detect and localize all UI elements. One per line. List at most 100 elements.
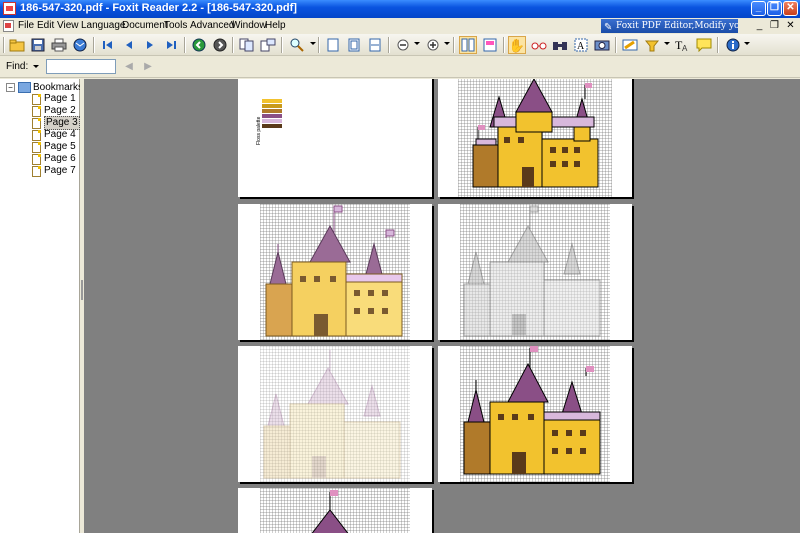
page-1-thumbnail[interactable]: Floss palette xyxy=(238,79,432,197)
highlight-button[interactable] xyxy=(621,36,639,54)
find-button[interactable] xyxy=(551,36,569,54)
menu-view[interactable]: View xyxy=(57,20,79,31)
zoom-dropdown-arrow[interactable] xyxy=(310,42,316,45)
text-button[interactable]: TA xyxy=(673,36,691,54)
menu-tools[interactable]: Tools xyxy=(164,20,187,31)
continuous-button[interactable] xyxy=(481,36,499,54)
maximize-button[interactable]: ❐ xyxy=(767,1,782,16)
fit-width-icon xyxy=(369,38,381,52)
menu-file[interactable]: File xyxy=(18,20,34,31)
bookmark-page-1[interactable]: Page 1 xyxy=(32,93,76,105)
bookmark-label: Page 3 xyxy=(44,116,80,130)
bookmark-page-5[interactable]: Page 5 xyxy=(32,141,76,153)
page-icon xyxy=(32,165,41,177)
bookmarks-root[interactable]: − Bookmarks xyxy=(6,82,83,93)
info-dropdown-arrow[interactable] xyxy=(744,42,750,45)
promo-text: Foxit PDF Editor,Modify your PDF! xyxy=(616,21,738,31)
find-previous-button[interactable]: ◀ xyxy=(122,60,136,73)
zoom-out-dropdown-arrow[interactable] xyxy=(414,42,420,45)
bookmark-label: Page 4 xyxy=(44,129,76,140)
rotate-icon xyxy=(260,38,276,52)
highlight-icon xyxy=(622,38,638,52)
previous-page-button[interactable] xyxy=(120,36,138,54)
menu-help[interactable]: Help xyxy=(265,20,286,31)
typewriter-button[interactable] xyxy=(643,36,661,54)
note-button[interactable] xyxy=(695,36,713,54)
page-5-thumbnail[interactable] xyxy=(238,346,432,482)
email-icon xyxy=(72,38,88,52)
bookmark-page-6[interactable]: Page 6 xyxy=(32,153,76,165)
collapse-icon[interactable]: − xyxy=(6,83,15,92)
page-4-thumbnail[interactable] xyxy=(438,204,632,340)
fit-width-button[interactable] xyxy=(366,36,384,54)
rotate-button[interactable] xyxy=(259,36,277,54)
find-previous-icon: ◀ xyxy=(125,61,133,72)
text-icon: TA xyxy=(674,38,690,52)
layout-button[interactable] xyxy=(459,36,477,54)
close-button[interactable]: ✕ xyxy=(783,1,798,16)
castle-pattern xyxy=(472,79,599,188)
copy-page-button[interactable] xyxy=(238,36,256,54)
toolbar-separator xyxy=(503,37,505,53)
page-6-thumbnail[interactable] xyxy=(438,346,632,482)
actual-size-button[interactable] xyxy=(324,36,342,54)
zoom-in-button[interactable] xyxy=(424,36,442,54)
zoom-in-dropdown-arrow[interactable] xyxy=(444,42,450,45)
page-icon xyxy=(32,153,41,165)
zoom-out-button[interactable] xyxy=(394,36,412,54)
forward-button[interactable] xyxy=(211,36,229,54)
mdi-restore-button[interactable]: ❐ xyxy=(769,21,780,32)
email-button[interactable] xyxy=(71,36,89,54)
find-next-button[interactable]: ▶ xyxy=(141,60,155,73)
splitter-grip[interactable] xyxy=(81,280,83,300)
snapshot-button[interactable] xyxy=(593,36,611,54)
menu-window[interactable]: Window xyxy=(231,20,267,31)
floss-palette-swatches xyxy=(262,99,282,135)
window-title: 186-547-320.pdf - Foxit Reader 2.2 - [18… xyxy=(20,2,297,14)
next-page-button[interactable] xyxy=(141,36,159,54)
bookmark-page-7[interactable]: Page 7 xyxy=(32,165,76,177)
last-page-button[interactable] xyxy=(162,36,180,54)
page-7-thumbnail[interactable] xyxy=(238,488,432,533)
snapshot-icon xyxy=(594,39,610,51)
last-page-icon xyxy=(165,39,177,51)
glasses-button[interactable] xyxy=(530,36,548,54)
zoom-button[interactable] xyxy=(288,36,306,54)
bookmark-page-4[interactable]: Page 4 xyxy=(32,129,76,141)
toolbar: ✋ A TA xyxy=(0,34,800,56)
print-button[interactable] xyxy=(50,36,68,54)
promo-banner[interactable]: ✎ Foxit PDF Editor,Modify your PDF! xyxy=(601,19,738,33)
mdi-close-button[interactable]: ✕ xyxy=(785,21,796,32)
note-icon xyxy=(696,38,712,52)
page-icon xyxy=(32,117,41,129)
back-button[interactable] xyxy=(190,36,208,54)
mdi-minimize-button[interactable]: _ xyxy=(754,21,765,32)
open-button[interactable] xyxy=(8,36,26,54)
toolbar-separator xyxy=(232,37,234,53)
page-2-thumbnail[interactable] xyxy=(438,79,632,197)
menu-language[interactable]: Language xyxy=(81,20,126,31)
layout-icon xyxy=(461,38,475,52)
toolbar-grip xyxy=(3,37,5,53)
zoom-icon xyxy=(290,38,304,52)
find-options-dropdown[interactable] xyxy=(33,65,39,68)
toolbar-separator xyxy=(93,37,95,53)
minimize-button[interactable]: _ xyxy=(751,1,766,16)
save-button[interactable] xyxy=(29,36,47,54)
fit-page-button[interactable] xyxy=(345,36,363,54)
bookmark-page-3[interactable]: Page 3 xyxy=(32,116,80,130)
app-icon[interactable] xyxy=(3,2,16,15)
page-3-thumbnail[interactable] xyxy=(238,204,432,340)
find-input[interactable] xyxy=(46,59,116,74)
actual-size-icon xyxy=(327,38,339,52)
menu-edit[interactable]: Edit xyxy=(37,20,54,31)
document-icon[interactable] xyxy=(3,20,14,32)
menu-document[interactable]: Document xyxy=(122,20,168,31)
text-select-button[interactable]: A xyxy=(572,36,590,54)
menu-advanced[interactable]: Advanced xyxy=(190,20,234,31)
typewriter-dropdown-arrow[interactable] xyxy=(664,42,670,45)
first-page-button[interactable] xyxy=(99,36,117,54)
hand-tool-button[interactable]: ✋ xyxy=(508,36,526,54)
document-view[interactable]: Floss palette xyxy=(84,79,800,533)
info-button[interactable] xyxy=(724,36,742,54)
